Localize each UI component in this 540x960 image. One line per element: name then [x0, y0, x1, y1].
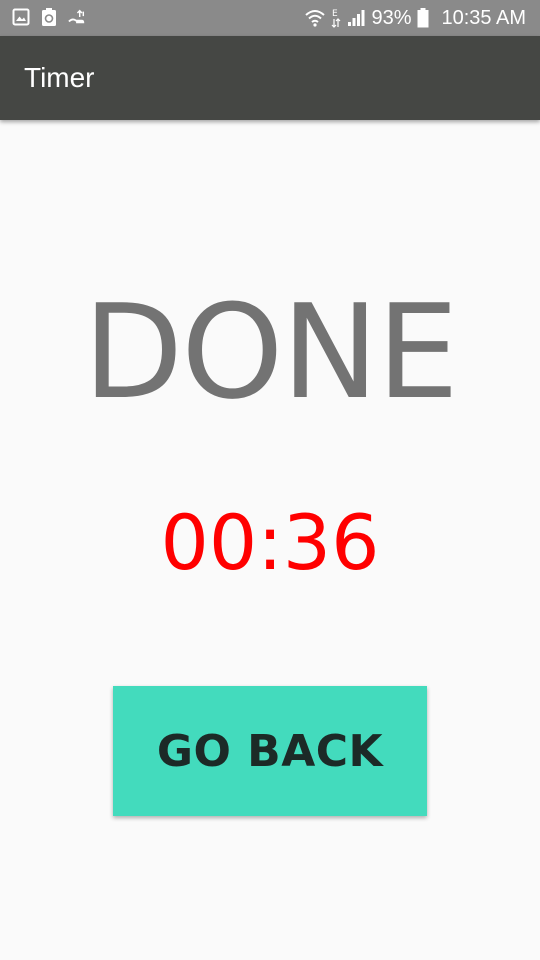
app-title: Timer: [24, 62, 95, 93]
notification-icons: [12, 8, 86, 26]
hand-upload-icon: [68, 8, 86, 26]
svg-text:E: E: [332, 9, 338, 19]
done-status-text: DONE: [83, 276, 459, 428]
signal-icon: [347, 9, 365, 27]
system-status: E 93% 10:35 AM: [305, 0, 526, 36]
elapsed-time-display: 00:36: [160, 498, 380, 587]
go-back-button[interactable]: GO BACK: [113, 686, 427, 816]
go-back-label: GO BACK: [156, 725, 384, 777]
timer-screen: E 93% 10:35 AM Timer DONE 00:36 GO BACK: [0, 0, 540, 960]
wifi-icon: [305, 9, 326, 27]
app-bar: Timer: [0, 36, 540, 120]
status-bar: E 93% 10:35 AM: [0, 0, 540, 36]
network-e-icon: E: [331, 7, 341, 29]
battery-percent: 93%: [371, 6, 412, 29]
recycle-clipboard-icon: [40, 8, 58, 26]
clock: 10:35 AM: [441, 6, 526, 29]
gallery-icon: [12, 8, 30, 26]
battery-icon: [417, 8, 429, 28]
